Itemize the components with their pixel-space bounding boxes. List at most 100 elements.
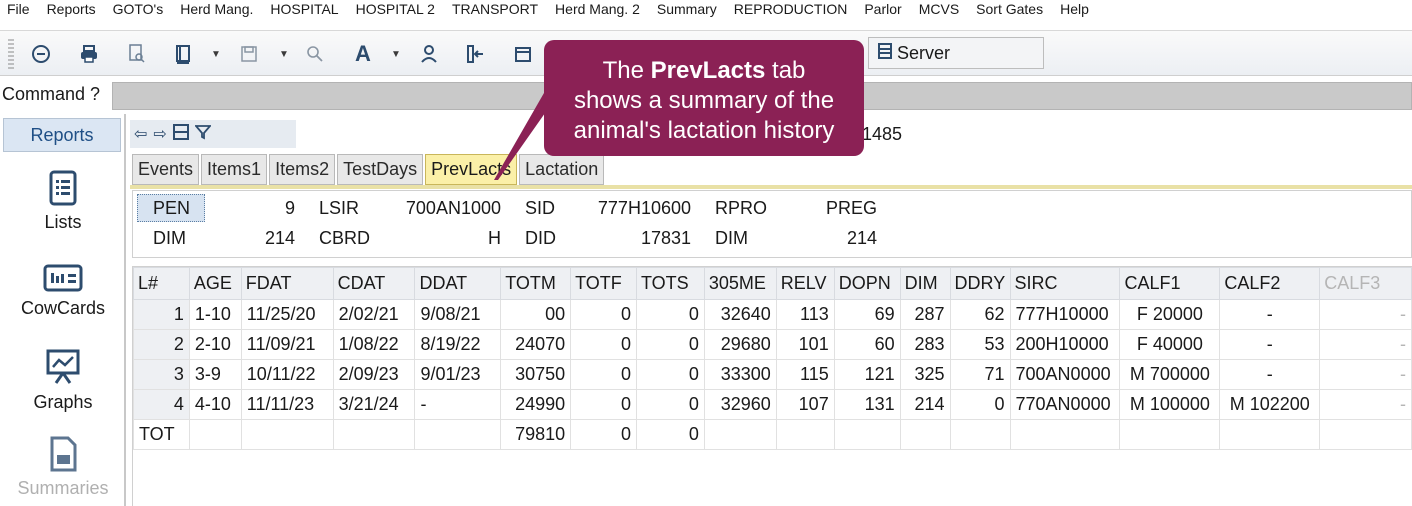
table-cell: 0: [570, 329, 637, 360]
menu-item[interactable]: Help: [1060, 1, 1089, 17]
summary-value: 9: [284, 197, 295, 218]
book-icon[interactable]: [170, 40, 196, 68]
server-label: Server: [897, 42, 951, 63]
tab-testdays[interactable]: TestDays: [337, 154, 424, 185]
nav-item-summaries[interactable]: Summaries: [0, 436, 126, 499]
menu-item[interactable]: HOSPITAL 2: [356, 1, 435, 17]
nav-item-cowcards[interactable]: CowCards: [0, 264, 126, 319]
table-cell: 11/25/20: [240, 299, 334, 330]
nav-item-graphs[interactable]: Graphs: [0, 348, 126, 413]
arrow-right-icon[interactable]: ⇨: [153, 124, 166, 144]
save-icon[interactable]: [236, 40, 262, 68]
column-header[interactable]: CDAT: [332, 267, 416, 300]
table-cell: -: [1219, 359, 1321, 390]
column-header[interactable]: 305ME: [703, 267, 777, 300]
column-header[interactable]: TOTS: [636, 267, 705, 300]
table-cell: 0: [636, 329, 705, 360]
table-row[interactable]: 2 2-10 11/09/21 1/08/22 8/19/22 24070 0 0 29680 1…: [133, 329, 1412, 360]
menu-item[interactable]: Herd Mang. 2: [555, 1, 640, 17]
print-preview-icon[interactable]: [124, 40, 150, 68]
font-icon[interactable]: A: [350, 40, 376, 68]
person-icon[interactable]: [416, 40, 442, 68]
nav-tab-reports[interactable]: Reports: [3, 118, 121, 152]
grid-icon[interactable]: [172, 123, 189, 145]
menu-item[interactable]: Reports: [47, 1, 96, 17]
summary-label: DID: [525, 227, 556, 248]
back-circle-icon[interactable]: [28, 40, 54, 68]
record-tabs: Events Items1 Items2 TestDays PrevLacts Lacta…: [132, 154, 605, 185]
menu-item[interactable]: Herd Mang.: [180, 1, 253, 17]
server-button[interactable]: Server: [868, 37, 1044, 69]
table-cell: 11/11/23: [240, 389, 334, 420]
column-header[interactable]: TOTF: [570, 267, 637, 300]
nav-item-label: Lists: [44, 212, 82, 232]
menu-item[interactable]: TRANSPORT: [452, 1, 538, 17]
filter-icon[interactable]: [193, 124, 212, 145]
menu-item[interactable]: MCVS: [919, 1, 959, 17]
column-header[interactable]: DDAT: [414, 267, 502, 300]
summary-value: 214: [846, 227, 877, 248]
arrow-left-icon[interactable]: ⇦: [134, 124, 147, 144]
table-cell: 3/21/24: [332, 389, 416, 420]
callout-line-2: shows a summary of the: [573, 87, 835, 114]
tab-lactation[interactable]: Lactation: [519, 154, 605, 185]
nav-item-label: Summaries: [17, 478, 109, 498]
table-cell: [414, 419, 502, 450]
chevron-down-icon[interactable]: ▼: [210, 40, 222, 68]
column-header[interactable]: AGE: [188, 267, 242, 300]
table-row[interactable]: 4 4-10 11/11/23 3/21/24-24990 0 0 32960 107 131 2…: [133, 389, 1412, 420]
calendar-icon[interactable]: [510, 40, 536, 68]
table-cell: 770AN0000: [1009, 389, 1121, 420]
import-icon[interactable]: [462, 40, 488, 68]
table-cell: M 102200: [1219, 389, 1321, 420]
total-row[interactable]: TOT 79810 0 0: [133, 419, 1412, 450]
menu-item[interactable]: GOTO's: [113, 1, 164, 17]
search-icon[interactable]: [302, 40, 328, 68]
column-header[interactable]: RELV: [775, 267, 835, 300]
table-cell: [332, 419, 416, 450]
column-header[interactable]: TOTM: [500, 267, 572, 300]
table-cell: -: [1219, 299, 1321, 330]
table-cell: 24990: [500, 389, 572, 420]
print-icon[interactable]: [76, 40, 102, 68]
table-cell: 60: [833, 329, 901, 360]
menu-item[interactable]: Sort Gates: [976, 1, 1043, 17]
chevron-down-icon[interactable]: ▼: [278, 40, 290, 68]
tab-events[interactable]: Events: [132, 154, 200, 185]
menu-item[interactable]: File: [7, 1, 30, 17]
table-row[interactable]: 3 3-9 10/11/22 2/09/23 9/01/23 30750 0 0 33300 11…: [133, 359, 1412, 390]
nav-item-lists[interactable]: Lists: [0, 170, 126, 233]
table-cell: 0: [636, 419, 705, 450]
menu-item[interactable]: REPRODUCTION: [734, 1, 848, 17]
column-header[interactable]: CALF2: [1219, 267, 1321, 300]
table-cell: [1319, 419, 1412, 450]
table-cell: M 700000: [1119, 359, 1221, 390]
table-cell: F 40000: [1119, 329, 1221, 360]
table-cell: 24070: [500, 329, 572, 360]
column-header[interactable]: SIRC: [1009, 267, 1121, 300]
table-cell: 283: [899, 329, 951, 360]
table-row[interactable]: 1 1-10 11/25/20 2/02/21 9/08/21 00 0 0 32640 113 6…: [133, 299, 1412, 330]
toolbar-grip[interactable]: [8, 39, 14, 69]
menu-item[interactable]: Summary: [657, 1, 717, 17]
column-header[interactable]: CALF3: [1319, 267, 1412, 300]
column-header[interactable]: DDRY: [949, 267, 1011, 300]
tab-items2[interactable]: Items2: [269, 154, 336, 185]
chevron-down-icon[interactable]: ▼: [390, 40, 402, 68]
column-header[interactable]: DOPN: [833, 267, 901, 300]
table-cell: 8/19/22: [414, 329, 502, 360]
table-cell: 0: [949, 389, 1011, 420]
column-header[interactable]: FDAT: [240, 267, 334, 300]
tab-items1[interactable]: Items1: [201, 154, 268, 185]
list-icon: [0, 170, 126, 206]
summary-label: RPRO: [715, 197, 768, 218]
menu-item[interactable]: Parlor: [864, 1, 901, 17]
tab-prevlacts[interactable]: PrevLacts: [425, 154, 518, 185]
column-header[interactable]: CALF1: [1119, 267, 1221, 300]
table-cell: -: [1319, 359, 1412, 390]
table-cell: [1219, 419, 1321, 450]
menu-item[interactable]: HOSPITAL: [270, 1, 338, 17]
column-header[interactable]: L#: [133, 267, 190, 300]
table-cell: [188, 419, 242, 450]
column-header[interactable]: DIM: [899, 267, 951, 300]
